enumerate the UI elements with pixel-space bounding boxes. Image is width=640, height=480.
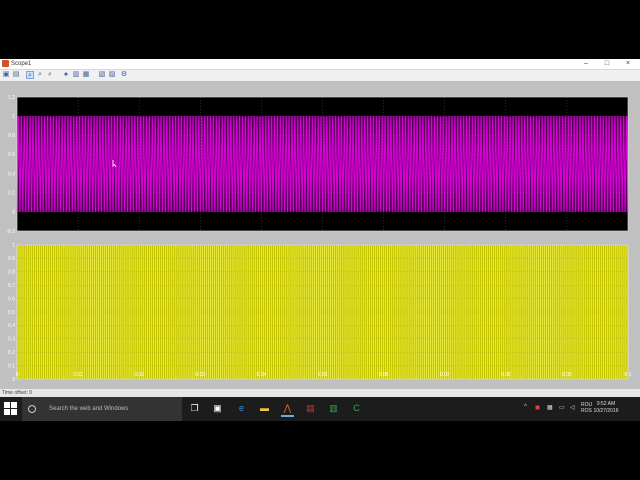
file-explorer-icon[interactable]: ▬	[258, 402, 271, 415]
axes-2-ytick-label: 0.5	[8, 310, 15, 316]
windows-start-icon[interactable]	[4, 402, 18, 416]
axes-2-ytick-label: 0.2	[8, 350, 15, 356]
axes-1-ytick-label: -0.2	[6, 229, 15, 235]
axes-2-xtick-label: 0.01	[73, 372, 83, 378]
axes-2-xtick-label: 0.09	[562, 372, 572, 378]
lock-axes-icon[interactable]: ▨	[108, 71, 116, 79]
axes-2-xtick-label: 0.02	[134, 372, 144, 378]
axes-2-ytick-label: 0.3	[8, 337, 15, 343]
title-bar: Scope1 – □ ×	[0, 59, 640, 70]
axes-1-ytick-label: 0	[12, 210, 15, 216]
axes-2-xtick-label: 0.08	[501, 372, 511, 378]
axes-1-ytick-label: 0.2	[8, 191, 15, 197]
signal-selection-icon[interactable]: ⚙	[120, 71, 128, 79]
plot-area: 1.2 1 0.8 0.6 0.4 0.2 0 -0.2 1 0.9 0.8 0.7 0.6 0.5 0.4…	[0, 82, 640, 408]
axes-2-ytick-label: 1	[12, 243, 15, 249]
clock-time: 9:52 AM	[596, 401, 616, 407]
axes-2-xtick-label: 0.03	[195, 372, 205, 378]
scope-toolbar: ▣ ▤ ⌕ ⌕ ⌕ ♠ ▥ ▦ ▧ ▨ ⚙	[0, 70, 640, 82]
minimize-button[interactable]: –	[576, 59, 596, 69]
axes-2-xtick-label: 0.05	[318, 372, 328, 378]
matlab-icon	[2, 60, 9, 67]
signal-1-fill	[17, 116, 628, 212]
store-icon[interactable]: ▣	[211, 402, 224, 415]
tray-chevron-icon[interactable]: ^	[524, 404, 527, 410]
axes-2-xtick-label: 0.07	[440, 372, 450, 378]
float-icon[interactable]: ▧	[98, 71, 106, 79]
maximize-button[interactable]: □	[597, 59, 617, 69]
axes-2-xtick-label: 0.06	[379, 372, 389, 378]
network-icon[interactable]: ▦	[547, 404, 553, 411]
autoscale-icon[interactable]: ♠	[62, 71, 70, 79]
search-icon	[28, 405, 36, 413]
zoom-y-icon[interactable]: ⌕	[46, 71, 54, 79]
parameters-icon[interactable]: ▤	[12, 71, 20, 79]
axes-2-ytick-label: 0.9	[8, 256, 15, 262]
clock-date: 10/27/2016	[593, 408, 619, 414]
axes-2-ytick-label: 0.1	[8, 363, 15, 369]
axes-2-ytick-label: 0.8	[8, 270, 15, 276]
axes-2-xtick-label: 0.04	[257, 372, 267, 378]
axes-1-ytick-label: 0.6	[8, 152, 15, 158]
windows-taskbar: Search the web and Windows ❐ ▣ e ▬ ⋀ ▤ ▥…	[0, 397, 640, 421]
status-bar: Time offset: 0	[0, 389, 640, 397]
pdf-icon[interactable]: ▤	[304, 402, 317, 415]
volume-icon[interactable]: ◁	[570, 404, 575, 411]
axes-2-ytick-label: 0.7	[8, 283, 15, 289]
close-button[interactable]: ×	[618, 59, 638, 69]
scope-window: Scope1 – □ × ▣ ▤ ⌕ ⌕ ⌕ ♠ ▥ ▦ ▧ ▨ ⚙ 1.2 1 0…	[0, 59, 640, 421]
axes-2-ytick-label: 0.6	[8, 296, 15, 302]
axes-1-ytick-label: 1	[12, 114, 15, 120]
app-icon[interactable]: C	[350, 402, 363, 415]
window-title: Scope1	[11, 61, 32, 67]
axes-2-ytick-label: 0.4	[8, 323, 15, 329]
print-icon[interactable]: ▣	[2, 71, 10, 79]
edge-icon[interactable]: e	[235, 402, 248, 415]
search-placeholder: Search the web and Windows	[49, 406, 129, 412]
taskbar-search-box[interactable]: Search the web and Windows	[22, 397, 182, 421]
task-view-icon[interactable]: ❐	[188, 402, 201, 415]
matlab-taskbar-icon[interactable]: ⋀	[281, 402, 294, 417]
tray-app-icon[interactable]: ◼	[535, 404, 540, 411]
battery-icon[interactable]: ▭	[559, 404, 565, 411]
zoom-icon[interactable]: ⌕	[26, 71, 34, 79]
time-offset-label: Time offset: 0	[2, 390, 33, 396]
spreadsheet-icon[interactable]: ▥	[327, 402, 340, 415]
axes-1-ytick-label: 1.2	[8, 95, 15, 101]
zoom-x-icon[interactable]: ⌕	[36, 71, 44, 79]
axes-1-ytick-label: 0.4	[8, 171, 15, 177]
clock[interactable]: 9:52 AM 10/27/2016	[588, 401, 624, 415]
scope-plots: 1.2 1 0.8 0.6 0.4 0.2 0 -0.2 1 0.9 0.8 0.7 0.6 0.5 0.4…	[6, 95, 631, 383]
restore-axes-icon[interactable]: ▦	[82, 71, 90, 79]
axes-1-ytick-label: 0.8	[8, 133, 15, 139]
save-axes-icon[interactable]: ▥	[72, 71, 80, 79]
